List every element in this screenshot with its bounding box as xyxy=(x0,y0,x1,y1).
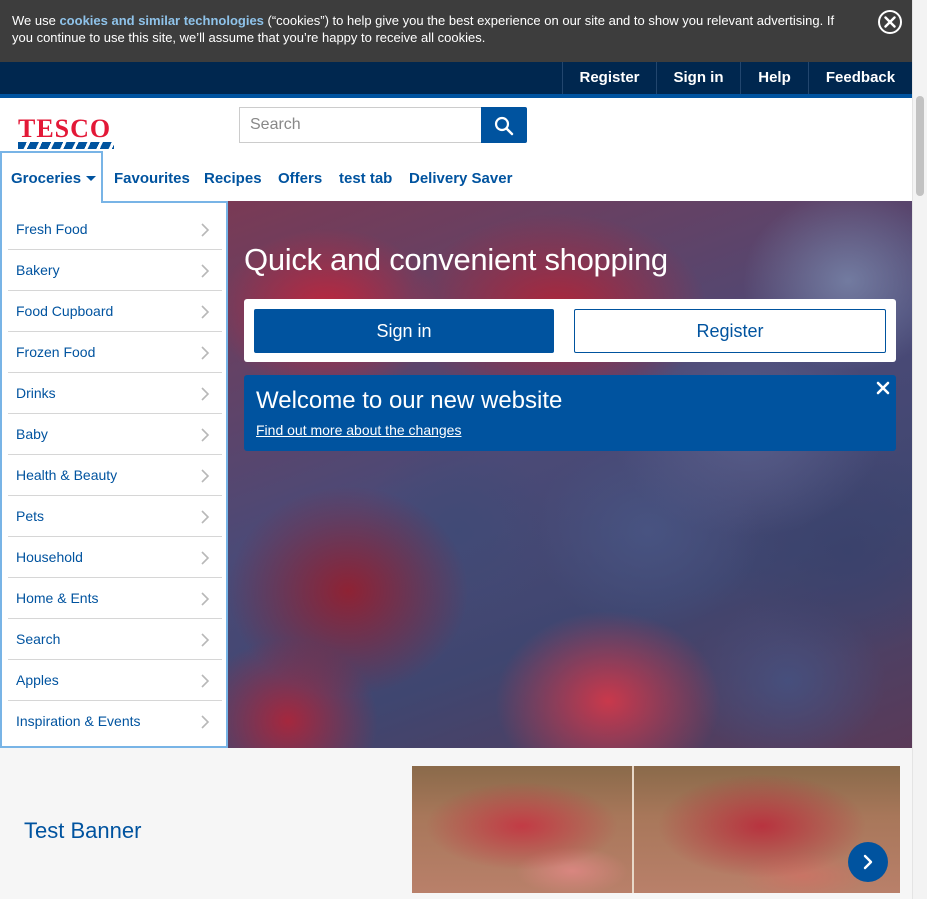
menu-item-baby[interactable]: Baby xyxy=(8,414,222,455)
menu-item-household[interactable]: Household xyxy=(8,537,222,578)
menu-item-home-ents[interactable]: Home & Ents xyxy=(8,578,222,619)
menu-item-label: Home & Ents xyxy=(16,590,99,606)
menu-item-bakery[interactable]: Bakery xyxy=(8,250,222,291)
menu-item-label: Pets xyxy=(16,508,45,524)
chevron-right-icon xyxy=(201,551,210,565)
menu-item-drinks[interactable]: Drinks xyxy=(8,373,222,414)
welcome-changes-link[interactable]: Find out more about the changes xyxy=(256,422,461,438)
chevron-right-icon xyxy=(201,223,210,237)
sign-in-button[interactable]: Sign in xyxy=(254,309,554,353)
chevron-right-icon xyxy=(201,633,210,647)
chevron-right-icon xyxy=(201,264,210,278)
search-button[interactable] xyxy=(481,107,527,143)
utility-bar: Register Sign in Help Feedback xyxy=(0,62,912,98)
cookie-close-button[interactable] xyxy=(878,10,902,34)
search-input[interactable] xyxy=(239,107,482,143)
groceries-dropdown-menu: Fresh Food Bakery Food Cupboard Frozen F… xyxy=(0,201,228,748)
menu-item-health-beauty[interactable]: Health & Beauty xyxy=(8,455,222,496)
nav-groceries-tab[interactable]: Groceries xyxy=(0,151,103,203)
cookie-policy-link[interactable]: cookies and similar technologies xyxy=(59,13,263,28)
menu-item-label: Bakery xyxy=(16,262,60,278)
page-scrollbar[interactable] xyxy=(912,0,927,899)
chevron-right-icon xyxy=(201,305,210,319)
menu-item-fresh-food[interactable]: Fresh Food xyxy=(8,209,222,250)
close-icon xyxy=(884,16,896,28)
chevron-right-icon xyxy=(201,674,210,688)
menu-item-label: Baby xyxy=(16,426,48,442)
menu-item-pets[interactable]: Pets xyxy=(8,496,222,537)
welcome-title: Welcome to our new website xyxy=(256,387,563,414)
menu-item-apples[interactable]: Apples xyxy=(8,660,222,701)
chevron-right-icon xyxy=(201,346,210,360)
image-divider xyxy=(632,766,634,893)
menu-item-label: Food Cupboard xyxy=(16,303,114,319)
chevron-right-icon xyxy=(201,469,210,483)
cookie-text-start: We use xyxy=(12,13,60,28)
menu-item-search[interactable]: Search xyxy=(8,619,222,660)
scrollbar-thumb[interactable] xyxy=(916,96,924,196)
banner-title: Test Banner xyxy=(24,818,142,843)
utility-sign-in-link[interactable]: Sign in xyxy=(656,62,740,94)
menu-item-frozen-food[interactable]: Frozen Food xyxy=(8,332,222,373)
menu-item-label: Apples xyxy=(16,672,59,688)
cookie-banner: We use cookies and similar technologies … xyxy=(0,0,912,62)
chevron-right-icon xyxy=(201,510,210,524)
nav-recipes[interactable]: Recipes xyxy=(204,170,262,187)
utility-help-link[interactable]: Help xyxy=(740,62,808,94)
nav-favourites[interactable]: Favourites xyxy=(114,170,190,187)
menu-item-label: Health & Beauty xyxy=(16,467,118,483)
menu-item-inspiration-events[interactable]: Inspiration & Events xyxy=(8,701,222,742)
carousel-next-button[interactable] xyxy=(848,842,888,882)
caret-down-icon xyxy=(86,176,97,181)
chevron-right-icon xyxy=(201,428,210,442)
menu-item-label: Drinks xyxy=(16,385,56,401)
utility-register-link[interactable]: Register xyxy=(562,62,656,94)
nav-offers[interactable]: Offers xyxy=(278,170,322,187)
nav-delivery-saver[interactable]: Delivery Saver xyxy=(409,170,512,187)
logo-wordmark: TESCO xyxy=(18,114,112,143)
chevron-right-icon xyxy=(201,387,210,401)
welcome-close-button[interactable] xyxy=(876,381,890,395)
menu-item-label: Inspiration & Events xyxy=(16,713,141,729)
chevron-right-icon xyxy=(863,854,873,870)
register-button[interactable]: Register xyxy=(574,309,886,353)
menu-item-label: Search xyxy=(16,631,61,647)
hero-background-image xyxy=(228,201,912,748)
chevron-right-icon xyxy=(201,715,210,729)
hero-title: Quick and convenient shopping xyxy=(244,242,668,277)
search-icon xyxy=(494,116,514,136)
logo-stripes xyxy=(18,142,114,149)
close-icon xyxy=(876,381,890,395)
menu-item-label: Frozen Food xyxy=(16,344,96,360)
utility-feedback-link[interactable]: Feedback xyxy=(808,62,912,94)
menu-item-label: Household xyxy=(16,549,83,565)
nav-test-tab[interactable]: test tab xyxy=(339,170,392,187)
menu-item-label: Fresh Food xyxy=(16,221,88,237)
tesco-logo[interactable]: TESCO xyxy=(18,114,118,149)
chevron-right-icon xyxy=(201,592,210,606)
banner-meat-image xyxy=(412,766,900,893)
menu-item-food-cupboard[interactable]: Food Cupboard xyxy=(8,291,222,332)
nav-groceries-label: Groceries xyxy=(11,170,82,187)
